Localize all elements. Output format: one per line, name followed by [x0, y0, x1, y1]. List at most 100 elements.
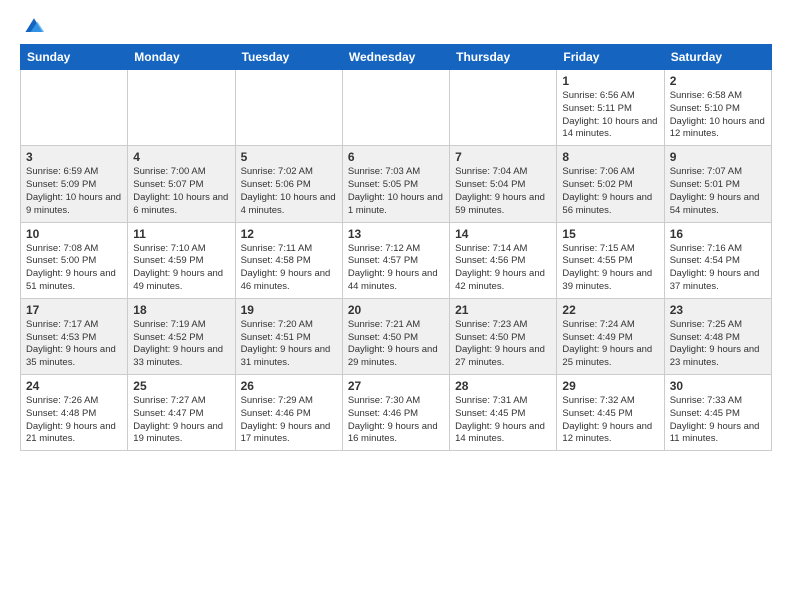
calendar-cell: 24 Sunrise: 7:26 AM Sunset: 4:48 PM Dayli…: [21, 375, 128, 451]
calendar-week-row: 24 Sunrise: 7:26 AM Sunset: 4:48 PM Dayli…: [21, 375, 772, 451]
day-info: Sunrise: 7:02 AM Sunset: 5:06 PM Dayligh…: [241, 166, 337, 217]
day-info: Sunrise: 7:32 AM Sunset: 4:45 PM Dayligh…: [562, 395, 658, 446]
calendar-cell: 9 Sunrise: 7:07 AM Sunset: 5:01 PM Daylig…: [664, 146, 771, 222]
day-info: Sunrise: 7:31 AM Sunset: 4:45 PM Dayligh…: [455, 395, 551, 446]
day-info: Sunrise: 7:00 AM Sunset: 5:07 PM Dayligh…: [133, 166, 229, 217]
calendar-cell: [21, 70, 128, 146]
day-info: Sunrise: 7:19 AM Sunset: 4:52 PM Dayligh…: [133, 319, 229, 370]
weekday-header-row: SundayMondayTuesdayWednesdayThursdayFrid…: [21, 45, 772, 70]
day-number: 12: [241, 227, 337, 241]
calendar-cell: 26 Sunrise: 7:29 AM Sunset: 4:46 PM Dayli…: [235, 375, 342, 451]
day-number: 21: [455, 303, 551, 317]
day-number: 19: [241, 303, 337, 317]
day-number: 30: [670, 379, 766, 393]
day-info: Sunrise: 7:16 AM Sunset: 4:54 PM Dayligh…: [670, 243, 766, 294]
calendar-cell: 19 Sunrise: 7:20 AM Sunset: 4:51 PM Dayli…: [235, 298, 342, 374]
day-number: 26: [241, 379, 337, 393]
day-number: 27: [348, 379, 444, 393]
calendar-cell: 21 Sunrise: 7:23 AM Sunset: 4:50 PM Dayli…: [450, 298, 557, 374]
weekday-header: Monday: [128, 45, 235, 70]
day-number: 2: [670, 74, 766, 88]
day-info: Sunrise: 7:26 AM Sunset: 4:48 PM Dayligh…: [26, 395, 122, 446]
weekday-header: Wednesday: [342, 45, 449, 70]
day-number: 11: [133, 227, 229, 241]
calendar-cell: 27 Sunrise: 7:30 AM Sunset: 4:46 PM Dayli…: [342, 375, 449, 451]
day-number: 9: [670, 150, 766, 164]
day-number: 17: [26, 303, 122, 317]
weekday-header: Thursday: [450, 45, 557, 70]
page: SundayMondayTuesdayWednesdayThursdayFrid…: [0, 0, 792, 461]
day-info: Sunrise: 7:25 AM Sunset: 4:48 PM Dayligh…: [670, 319, 766, 370]
day-number: 25: [133, 379, 229, 393]
day-info: Sunrise: 7:11 AM Sunset: 4:58 PM Dayligh…: [241, 243, 337, 294]
calendar-cell: [235, 70, 342, 146]
calendar-cell: 1 Sunrise: 6:56 AM Sunset: 5:11 PM Daylig…: [557, 70, 664, 146]
header: [20, 16, 772, 36]
day-info: Sunrise: 7:04 AM Sunset: 5:04 PM Dayligh…: [455, 166, 551, 217]
day-number: 22: [562, 303, 658, 317]
day-info: Sunrise: 7:29 AM Sunset: 4:46 PM Dayligh…: [241, 395, 337, 446]
day-number: 24: [26, 379, 122, 393]
day-info: Sunrise: 7:27 AM Sunset: 4:47 PM Dayligh…: [133, 395, 229, 446]
day-info: Sunrise: 7:08 AM Sunset: 5:00 PM Dayligh…: [26, 243, 122, 294]
day-number: 16: [670, 227, 766, 241]
day-info: Sunrise: 7:20 AM Sunset: 4:51 PM Dayligh…: [241, 319, 337, 370]
calendar-cell: 5 Sunrise: 7:02 AM Sunset: 5:06 PM Daylig…: [235, 146, 342, 222]
calendar-cell: 10 Sunrise: 7:08 AM Sunset: 5:00 PM Dayli…: [21, 222, 128, 298]
calendar-cell: 30Sunrise: 7:33 AM Sunset: 4:45 PM Dayli…: [664, 375, 771, 451]
weekday-header: Friday: [557, 45, 664, 70]
day-info: Sunrise: 7:23 AM Sunset: 4:50 PM Dayligh…: [455, 319, 551, 370]
day-number: 8: [562, 150, 658, 164]
day-info: Sunrise: 7:30 AM Sunset: 4:46 PM Dayligh…: [348, 395, 444, 446]
calendar-cell: 12 Sunrise: 7:11 AM Sunset: 4:58 PM Dayli…: [235, 222, 342, 298]
calendar-week-row: 3 Sunrise: 6:59 AM Sunset: 5:09 PM Daylig…: [21, 146, 772, 222]
day-number: 13: [348, 227, 444, 241]
calendar: SundayMondayTuesdayWednesdayThursdayFrid…: [20, 44, 772, 451]
calendar-cell: 3 Sunrise: 6:59 AM Sunset: 5:09 PM Daylig…: [21, 146, 128, 222]
day-number: 3: [26, 150, 122, 164]
day-info: Sunrise: 7:07 AM Sunset: 5:01 PM Dayligh…: [670, 166, 766, 217]
day-number: 7: [455, 150, 551, 164]
day-info: Sunrise: 7:21 AM Sunset: 4:50 PM Dayligh…: [348, 319, 444, 370]
calendar-cell: 18 Sunrise: 7:19 AM Sunset: 4:52 PM Dayli…: [128, 298, 235, 374]
logo-icon: [22, 16, 46, 36]
day-info: Sunrise: 6:56 AM Sunset: 5:11 PM Dayligh…: [562, 90, 658, 141]
calendar-cell: 23Sunrise: 7:25 AM Sunset: 4:48 PM Dayli…: [664, 298, 771, 374]
day-number: 20: [348, 303, 444, 317]
calendar-cell: 20 Sunrise: 7:21 AM Sunset: 4:50 PM Dayli…: [342, 298, 449, 374]
day-number: 10: [26, 227, 122, 241]
logo: [20, 16, 46, 36]
calendar-week-row: 10 Sunrise: 7:08 AM Sunset: 5:00 PM Dayli…: [21, 222, 772, 298]
day-info: Sunrise: 6:59 AM Sunset: 5:09 PM Dayligh…: [26, 166, 122, 217]
calendar-week-row: 1 Sunrise: 6:56 AM Sunset: 5:11 PM Daylig…: [21, 70, 772, 146]
calendar-cell: [128, 70, 235, 146]
calendar-cell: 14 Sunrise: 7:14 AM Sunset: 4:56 PM Dayli…: [450, 222, 557, 298]
calendar-cell: 25 Sunrise: 7:27 AM Sunset: 4:47 PM Dayli…: [128, 375, 235, 451]
day-number: 5: [241, 150, 337, 164]
calendar-cell: 29 Sunrise: 7:32 AM Sunset: 4:45 PM Dayli…: [557, 375, 664, 451]
weekday-header: Tuesday: [235, 45, 342, 70]
day-info: Sunrise: 7:10 AM Sunset: 4:59 PM Dayligh…: [133, 243, 229, 294]
calendar-cell: 2 Sunrise: 6:58 AM Sunset: 5:10 PM Daylig…: [664, 70, 771, 146]
day-info: Sunrise: 6:58 AM Sunset: 5:10 PM Dayligh…: [670, 90, 766, 141]
day-number: 15: [562, 227, 658, 241]
calendar-cell: 11 Sunrise: 7:10 AM Sunset: 4:59 PM Dayli…: [128, 222, 235, 298]
calendar-cell: 28 Sunrise: 7:31 AM Sunset: 4:45 PM Dayli…: [450, 375, 557, 451]
day-number: 6: [348, 150, 444, 164]
calendar-cell: 16 Sunrise: 7:16 AM Sunset: 4:54 PM Dayli…: [664, 222, 771, 298]
day-info: Sunrise: 7:24 AM Sunset: 4:49 PM Dayligh…: [562, 319, 658, 370]
day-number: 18: [133, 303, 229, 317]
day-number: 28: [455, 379, 551, 393]
day-info: Sunrise: 7:03 AM Sunset: 5:05 PM Dayligh…: [348, 166, 444, 217]
calendar-cell: 15Sunrise: 7:15 AM Sunset: 4:55 PM Dayli…: [557, 222, 664, 298]
day-number: 14: [455, 227, 551, 241]
calendar-cell: [342, 70, 449, 146]
day-info: Sunrise: 7:12 AM Sunset: 4:57 PM Dayligh…: [348, 243, 444, 294]
day-info: Sunrise: 7:06 AM Sunset: 5:02 PM Dayligh…: [562, 166, 658, 217]
day-number: 1: [562, 74, 658, 88]
calendar-cell: 7 Sunrise: 7:04 AM Sunset: 5:04 PM Daylig…: [450, 146, 557, 222]
day-info: Sunrise: 7:14 AM Sunset: 4:56 PM Dayligh…: [455, 243, 551, 294]
day-number: 29: [562, 379, 658, 393]
logo-text: [20, 16, 46, 36]
weekday-header: Saturday: [664, 45, 771, 70]
